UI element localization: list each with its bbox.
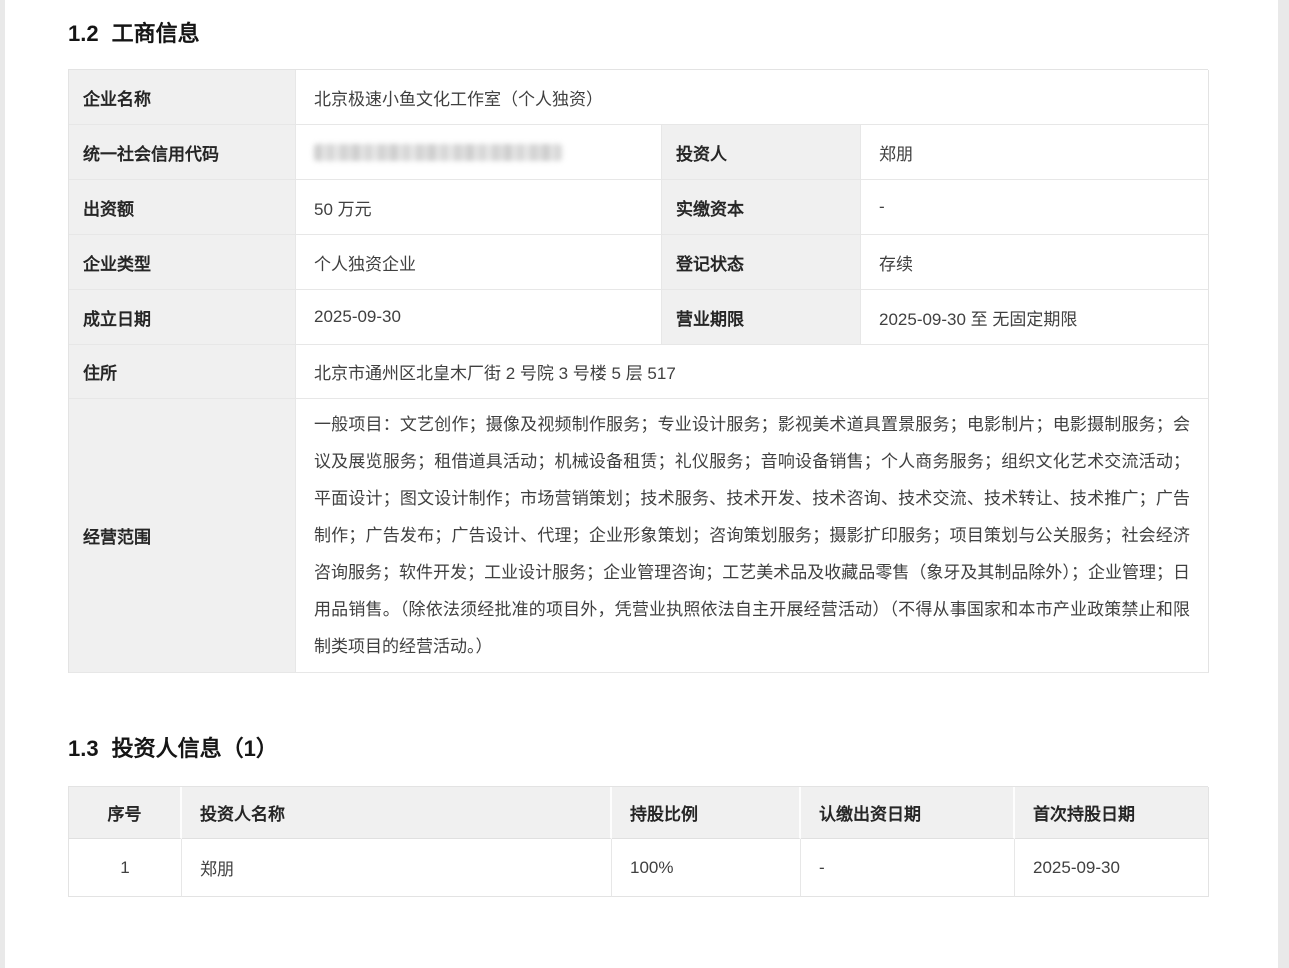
redacted-credit-code: [314, 143, 562, 161]
section-number: 1.2: [68, 21, 99, 46]
cell-share-ratio: 100%: [612, 839, 801, 897]
field-value-business-scope: 一般项目：文艺创作；摄像及视频制作服务；专业设计服务；影视美术道具置景服务；电影…: [296, 399, 1209, 673]
cell-investor-name: 郑朋: [182, 839, 612, 897]
field-label-business-scope: 经营范围: [69, 399, 296, 673]
section-heading-business-info: 1.2 工商信息: [68, 20, 1208, 48]
field-label-credit-code: 统一社会信用代码: [69, 125, 296, 180]
field-value-credit-code: [296, 125, 662, 180]
investor-table: 序号 投资人名称 持股比例 认缴出资日期 首次持股日期 1 郑朋 100% - …: [68, 786, 1209, 897]
content-area: 1.2 工商信息 企业名称 北京极速小鱼文化工作室（个人独资） 统一社会信用代码…: [5, 0, 1278, 968]
section-title: 投资人信息（1）: [111, 736, 278, 761]
field-label-business-term: 营业期限: [662, 290, 861, 345]
section-title: 工商信息: [111, 21, 200, 46]
field-value-established-date: 2025-09-30: [296, 290, 662, 345]
column-header-investor-name: 投资人名称: [182, 787, 612, 839]
field-value-paid-in: -: [861, 180, 1209, 235]
field-label-investor: 投资人: [662, 125, 861, 180]
field-label-established-date: 成立日期: [69, 290, 296, 345]
field-label-reg-status: 登记状态: [662, 235, 861, 290]
field-value-investor: 郑朋: [861, 125, 1209, 180]
field-value-capital: 50 万元: [296, 180, 662, 235]
field-label-company-name: 企业名称: [69, 70, 296, 125]
field-label-paid-in: 实缴资本: [662, 180, 861, 235]
cell-subscribe-date: -: [801, 839, 1015, 897]
field-value-company-name: 北京极速小鱼文化工作室（个人独资）: [296, 70, 1209, 125]
section-number: 1.3: [68, 736, 99, 761]
cell-first-hold-date: 2025-09-30: [1015, 839, 1209, 897]
field-label-capital: 出资额: [69, 180, 296, 235]
column-header-subscribe-date: 认缴出资日期: [801, 787, 1015, 839]
field-value-reg-status: 存续: [861, 235, 1209, 290]
column-header-first-hold-date: 首次持股日期: [1015, 787, 1209, 839]
field-value-company-type: 个人独资企业: [296, 235, 662, 290]
field-label-address: 住所: [69, 345, 296, 399]
cell-index: 1: [69, 839, 182, 897]
field-value-business-term: 2025-09-30 至 无固定期限: [861, 290, 1209, 345]
section-heading-investor-info: 1.3 投资人信息（1）: [68, 735, 1208, 763]
business-info-table: 企业名称 北京极速小鱼文化工作室（个人独资） 统一社会信用代码 投资人 郑朋 出…: [68, 69, 1209, 673]
field-label-company-type: 企业类型: [69, 235, 296, 290]
column-header-share-ratio: 持股比例: [612, 787, 801, 839]
field-value-address: 北京市通州区北皇木厂街 2 号院 3 号楼 5 层 517: [296, 345, 1209, 399]
column-header-index: 序号: [69, 787, 182, 839]
